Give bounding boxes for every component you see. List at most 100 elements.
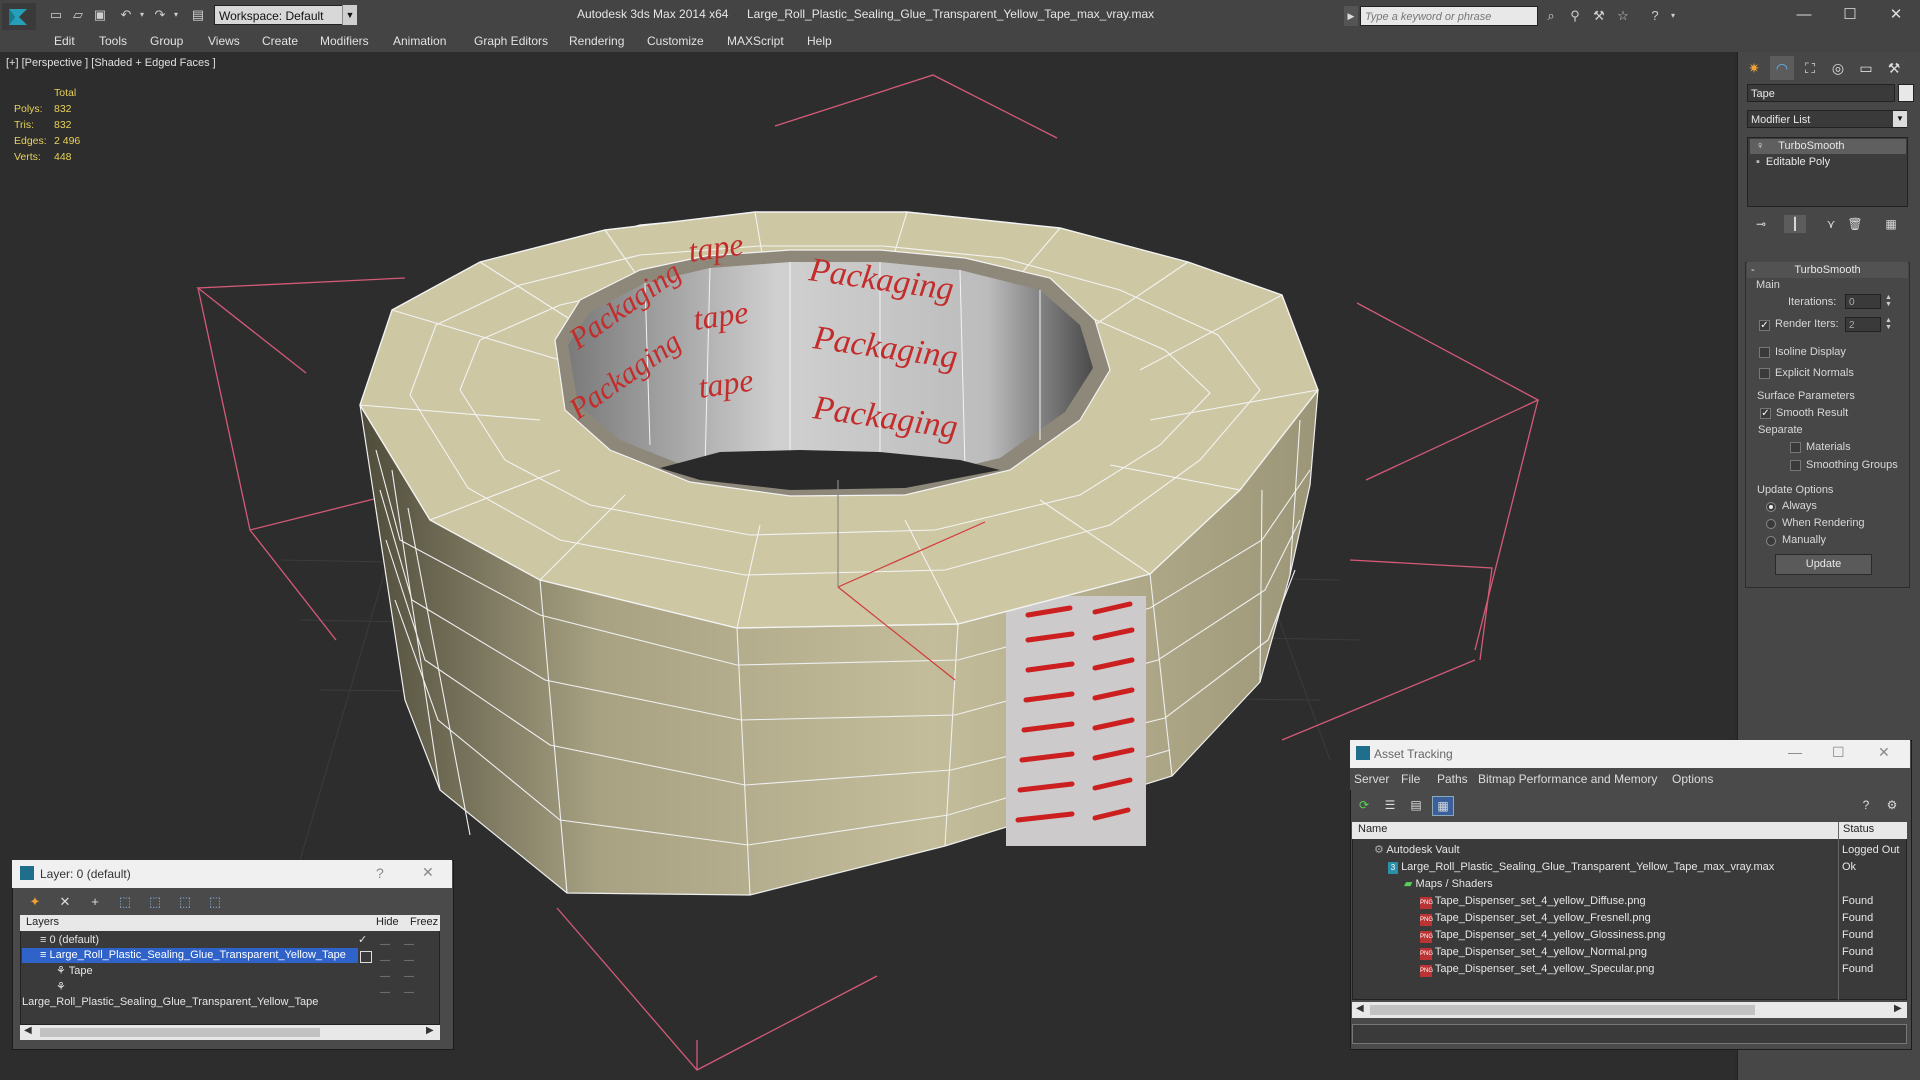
- hide-all-layers-icon[interactable]: ⬚: [174, 892, 196, 912]
- redo-dropdown-icon[interactable]: ▾: [168, 7, 184, 23]
- asset-scroll-right-icon[interactable]: ▶: [1894, 1003, 1902, 1014]
- render-iters-checkbox[interactable]: ✓: [1759, 320, 1770, 331]
- layer-row[interactable]: ≡ 0 (default) ✓: [22, 933, 367, 948]
- menu-group[interactable]: Group: [150, 34, 183, 48]
- grid-view-icon[interactable]: ▦: [1432, 796, 1454, 816]
- iterations-spinner[interactable]: 0: [1845, 294, 1881, 309]
- display-tab-icon[interactable]: ▭: [1854, 56, 1878, 80]
- col-layers[interactable]: Layers: [26, 916, 59, 928]
- smoothing-groups-checkbox[interactable]: [1790, 460, 1801, 471]
- utilities-tab-icon[interactable]: ⚒: [1882, 56, 1906, 80]
- modify-tab-icon[interactable]: ◠: [1770, 56, 1794, 80]
- menu-tools[interactable]: Tools: [99, 34, 127, 48]
- add-to-layer-icon[interactable]: +: [84, 892, 106, 912]
- layer-object-row[interactable]: ⚘ Tape: [22, 964, 358, 979]
- modifier-list-arrow-icon[interactable]: ▼: [1893, 111, 1907, 127]
- asset-row-maps[interactable]: ▰ Maps / Shaders: [1404, 876, 1493, 892]
- asset-close-icon[interactable]: ✕: [1878, 744, 1890, 761]
- menu-views[interactable]: Views: [208, 34, 240, 48]
- search-input[interactable]: Type a keyword or phrase: [1360, 6, 1538, 26]
- layer-object-row[interactable]: ⚘ Large_Roll_Plastic_Sealing_Glue_Transp…: [22, 980, 358, 1008]
- maximize-icon[interactable]: ☐: [1830, 3, 1870, 27]
- render-iters-spinner[interactable]: 2: [1845, 317, 1881, 332]
- isoline-display-checkbox[interactable]: [1759, 347, 1770, 358]
- lightbulb-icon[interactable]: ♀: [1756, 140, 1764, 152]
- asset-row-texture[interactable]: PNG Tape_Dispenser_set_4_yellow_Normal.p…: [1420, 944, 1647, 960]
- menu-create[interactable]: Create: [262, 34, 298, 48]
- highlight-selected-layer-icon[interactable]: ⬚: [144, 892, 166, 912]
- hide-freeze-toggles[interactable]: — — — — — — — —: [380, 937, 414, 1001]
- render-iters-spinner-arrows-icon[interactable]: ▲ ▼: [1884, 317, 1893, 332]
- menu-customize[interactable]: Customize: [647, 34, 704, 48]
- help-icon[interactable]: ?: [1646, 7, 1664, 25]
- pin-stack-icon[interactable]: ⊸: [1750, 215, 1772, 233]
- turbosmooth-rollout-header[interactable]: - TurboSmooth: [1747, 262, 1908, 278]
- layer-row-selected[interactable]: ≡ Large_Roll_Plastic_Sealing_Glue_Transp…: [22, 948, 358, 963]
- menu-animation[interactable]: Animation: [393, 34, 446, 48]
- col-status[interactable]: Status: [1843, 823, 1874, 835]
- asset-help-icon[interactable]: ?: [1856, 796, 1876, 814]
- smooth-result-checkbox[interactable]: ✓: [1760, 408, 1771, 419]
- layer-active-toggle[interactable]: [360, 951, 372, 963]
- layer-scroll-thumb[interactable]: [40, 1028, 320, 1037]
- hierarchy-tab-icon[interactable]: ⛶: [1798, 56, 1822, 80]
- menu-edit[interactable]: Edit: [54, 34, 75, 48]
- motion-tab-icon[interactable]: ◎: [1826, 56, 1850, 80]
- redo-icon[interactable]: ↷: [152, 7, 168, 23]
- when-rendering-radio[interactable]: [1766, 519, 1776, 529]
- update-button[interactable]: Update: [1775, 554, 1872, 575]
- asset-row-texture[interactable]: PNG Tape_Dispenser_set_4_yellow_Diffuse.…: [1420, 893, 1646, 909]
- search-expand-icon[interactable]: ▶: [1344, 6, 1358, 26]
- stack-item-turbosmooth[interactable]: ♀ TurboSmooth: [1750, 139, 1906, 154]
- always-radio[interactable]: [1766, 502, 1776, 512]
- binoculars-icon[interactable]: ⌕: [1542, 7, 1560, 25]
- subscription-icon[interactable]: ⚲: [1566, 7, 1584, 25]
- asset-settings-icon[interactable]: ⚙: [1882, 796, 1902, 814]
- table-view-icon[interactable]: ▤: [1406, 796, 1426, 814]
- viewport-label[interactable]: [+] [Perspective ] [Shaded + Edged Faces…: [6, 57, 216, 69]
- asset-row-max-file[interactable]: 3 Large_Roll_Plastic_Sealing_Glue_Transp…: [1388, 859, 1774, 875]
- menu-modifiers[interactable]: Modifiers: [320, 34, 369, 48]
- col-hide[interactable]: Hide: [376, 916, 399, 928]
- make-unique-icon[interactable]: ⋎: [1820, 215, 1842, 233]
- materials-checkbox[interactable]: [1790, 442, 1801, 453]
- stack-item-editable-poly[interactable]: ▪ Editable Poly: [1750, 155, 1906, 170]
- asset-menu-options[interactable]: Options: [1672, 772, 1713, 786]
- open-file-icon[interactable]: ▱: [70, 7, 86, 23]
- remove-modifier-icon[interactable]: 🗑: [1844, 215, 1866, 233]
- delete-layer-icon[interactable]: ✕: [54, 892, 76, 912]
- project-folder-icon[interactable]: ▤: [190, 7, 206, 23]
- modifier-list-dropdown[interactable]: Modifier List: [1747, 110, 1907, 128]
- asset-maximize-icon[interactable]: ☐: [1832, 744, 1845, 761]
- asset-scroll-thumb[interactable]: [1370, 1005, 1755, 1015]
- create-layer-icon[interactable]: ✦: [24, 892, 46, 912]
- manually-radio[interactable]: [1766, 536, 1776, 546]
- scroll-left-icon[interactable]: ◀: [24, 1025, 32, 1036]
- new-file-icon[interactable]: ▭: [48, 7, 64, 23]
- scroll-right-icon[interactable]: ▶: [426, 1025, 434, 1036]
- asset-menu-file[interactable]: File: [1401, 772, 1420, 786]
- undo-dropdown-icon[interactable]: ▾: [134, 7, 150, 23]
- menu-graph-editors[interactable]: Graph Editors: [474, 34, 548, 48]
- asset-row-texture[interactable]: PNG Tape_Dispenser_set_4_yellow_Glossine…: [1420, 927, 1665, 943]
- save-icon[interactable]: ▣: [92, 7, 108, 23]
- app-logo-icon[interactable]: [2, 3, 36, 31]
- asset-menu-bitmap-performance[interactable]: Bitmap Performance and Memory: [1478, 772, 1657, 786]
- asset-row-texture[interactable]: PNG Tape_Dispenser_set_4_yellow_Specular…: [1420, 961, 1654, 977]
- col-freeze[interactable]: Freeze: [410, 916, 438, 928]
- communication-center-icon[interactable]: ⚒: [1590, 7, 1608, 25]
- object-name-field[interactable]: Tape: [1747, 84, 1895, 102]
- menu-help[interactable]: Help: [807, 34, 832, 48]
- explicit-normals-checkbox[interactable]: [1759, 368, 1770, 379]
- workspace-dropdown-arrow-icon[interactable]: ▼: [342, 5, 357, 25]
- refresh-icon[interactable]: ⟳: [1354, 796, 1374, 814]
- menu-rendering[interactable]: Rendering: [569, 34, 624, 48]
- show-end-result-icon[interactable]: ┃: [1784, 215, 1806, 233]
- layer-help-icon[interactable]: ?: [376, 865, 384, 881]
- iterations-spinner-arrows-icon[interactable]: ▲ ▼: [1884, 294, 1893, 309]
- asset-menu-paths[interactable]: Paths: [1437, 772, 1468, 786]
- create-tab-icon[interactable]: ✷: [1742, 56, 1766, 80]
- workspace-dropdown[interactable]: Workspace: Default: [214, 5, 356, 25]
- asset-row-vault[interactable]: ⚙ Autodesk Vault: [1374, 842, 1460, 858]
- active-layer-check-icon[interactable]: ✓: [358, 933, 367, 948]
